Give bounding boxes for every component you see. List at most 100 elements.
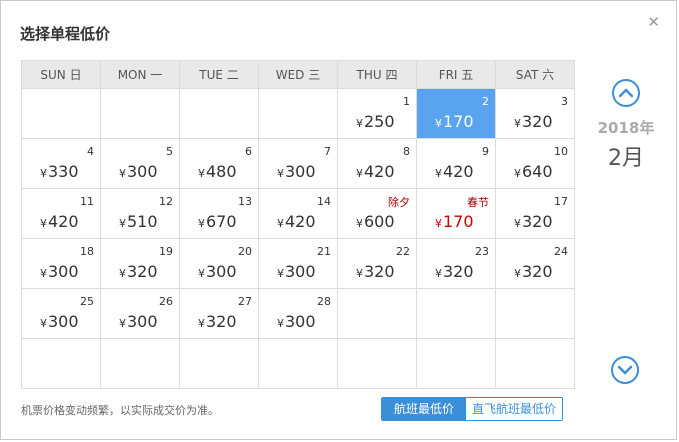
fare-price: ¥480 bbox=[198, 162, 237, 181]
weekday-header-row: SUN 日 MON 一 TUE 二 WED 三 THU 四 FRI 五 SAT 六 bbox=[21, 60, 575, 89]
weekday-header: TUE 二 bbox=[179, 60, 259, 89]
day-number: 24 bbox=[554, 245, 568, 258]
fare-amount: 300 bbox=[285, 312, 316, 331]
fare-price: ¥320 bbox=[514, 112, 553, 131]
currency-symbol: ¥ bbox=[40, 317, 47, 330]
currency-symbol: ¥ bbox=[514, 117, 521, 130]
calendar-day-cell[interactable]: 春节 ¥170 bbox=[416, 188, 496, 239]
weekday-header: MON 一 bbox=[100, 60, 180, 89]
currency-symbol: ¥ bbox=[435, 117, 442, 130]
empty-day-cell bbox=[495, 288, 575, 339]
dialog-title: 选择单程低价 bbox=[20, 25, 111, 43]
currency-symbol: ¥ bbox=[277, 317, 284, 330]
calendar-day-cell[interactable]: 7 ¥300 bbox=[258, 138, 338, 189]
day-number: 25 bbox=[80, 295, 94, 308]
calendar-day-cell[interactable]: 17 ¥320 bbox=[495, 188, 575, 239]
day-number: 22 bbox=[396, 245, 410, 258]
fare-amount: 300 bbox=[285, 162, 316, 181]
calendar-day-cell[interactable]: 1 ¥250 bbox=[337, 88, 417, 139]
calendar-day-cell[interactable]: 8 ¥420 bbox=[337, 138, 417, 189]
fare-amount: 320 bbox=[443, 262, 474, 281]
day-number: 5 bbox=[166, 145, 173, 158]
fare-amount: 320 bbox=[206, 312, 237, 331]
calendar-day-cell[interactable]: 9 ¥420 bbox=[416, 138, 496, 189]
fare-price: ¥600 bbox=[356, 212, 395, 231]
currency-symbol: ¥ bbox=[435, 267, 442, 280]
month-label: 2月 bbox=[608, 146, 644, 171]
fare-price: ¥170 bbox=[435, 212, 474, 231]
lowest-fare-tab[interactable]: 航班最低价 bbox=[382, 398, 467, 420]
calendar-day-cell[interactable]: 22 ¥320 bbox=[337, 238, 417, 289]
calendar-day-cell[interactable]: 19 ¥320 bbox=[100, 238, 180, 289]
calendar-day-cell[interactable]: 27 ¥320 bbox=[179, 288, 259, 339]
calendar-day-cell[interactable]: 21 ¥300 bbox=[258, 238, 338, 289]
calendar-day-cell[interactable]: 10 ¥640 bbox=[495, 138, 575, 189]
low-price-dialog: 选择单程低价 ✕ SUN 日 MON 一 TUE 二 WED 三 THU 四 FRI 五S… bbox=[0, 0, 677, 440]
currency-symbol: ¥ bbox=[40, 217, 47, 230]
fare-price: ¥300 bbox=[277, 312, 316, 331]
day-number: 4 bbox=[87, 145, 94, 158]
currency-symbol: ¥ bbox=[435, 167, 442, 180]
day-number: 3 bbox=[561, 95, 568, 108]
fare-price: ¥300 bbox=[277, 262, 316, 281]
day-number: 9 bbox=[482, 145, 489, 158]
fare-amount: 300 bbox=[48, 262, 79, 281]
calendar-day-cell[interactable]: 除夕 ¥600 bbox=[337, 188, 417, 239]
currency-symbol: ¥ bbox=[40, 167, 47, 180]
fare-amount: 320 bbox=[522, 212, 553, 231]
currency-symbol: ¥ bbox=[119, 267, 126, 280]
fare-amount: 420 bbox=[48, 212, 79, 231]
calendar-day-cell[interactable]: 23 ¥320 bbox=[416, 238, 496, 289]
day-number: 10 bbox=[554, 145, 568, 158]
empty-day-cell bbox=[337, 288, 417, 339]
fare-price: ¥300 bbox=[40, 262, 79, 281]
next-month-button[interactable] bbox=[611, 356, 639, 384]
direct-lowest-fare-tab[interactable]: 直飞航班最低价 bbox=[466, 398, 563, 420]
currency-symbol: ¥ bbox=[198, 317, 205, 330]
calendar-week-row: 11 ¥420 12 ¥510 13 ¥670 14 ¥420 除夕 ¥600 春节 ¥170 17 ¥3… bbox=[21, 188, 575, 239]
calendar-day-cell[interactable]: 20 ¥300 bbox=[179, 238, 259, 289]
fare-price: ¥420 bbox=[40, 212, 79, 231]
calendar-day-cell[interactable]: 14 ¥420 bbox=[258, 188, 338, 239]
calendar-day-cell[interactable]: 4 ¥330 bbox=[21, 138, 101, 189]
close-icon[interactable]: ✕ bbox=[647, 13, 660, 31]
weekday-header: FRI 五 bbox=[416, 60, 496, 89]
currency-symbol: ¥ bbox=[119, 317, 126, 330]
calendar-day-cell[interactable]: 6 ¥480 bbox=[179, 138, 259, 189]
calendar-day-cell[interactable]: 5 ¥300 bbox=[100, 138, 180, 189]
fare-amount: 420 bbox=[285, 212, 316, 231]
weekday-header: SAT 六 bbox=[495, 60, 575, 89]
calendar-day-cell[interactable]: 2 ¥170 bbox=[416, 88, 496, 139]
day-number: 2 bbox=[482, 95, 489, 108]
day-number: 23 bbox=[475, 245, 489, 258]
empty-day-cell bbox=[21, 338, 101, 389]
calendar-day-cell[interactable]: 28 ¥300 bbox=[258, 288, 338, 339]
currency-symbol: ¥ bbox=[40, 267, 47, 280]
empty-day-cell bbox=[337, 338, 417, 389]
calendar-day-cell[interactable]: 12 ¥510 bbox=[100, 188, 180, 239]
currency-symbol: ¥ bbox=[514, 167, 521, 180]
year-label: 2018年 bbox=[597, 119, 655, 137]
day-number: 17 bbox=[554, 195, 568, 208]
calendar-day-cell[interactable]: 24 ¥320 bbox=[495, 238, 575, 289]
empty-day-cell bbox=[258, 88, 338, 139]
fare-price: ¥420 bbox=[435, 162, 474, 181]
fare-price: ¥640 bbox=[514, 162, 553, 181]
prev-month-button[interactable] bbox=[612, 79, 640, 107]
price-disclaimer: 机票价格变动频繁，以实际成交价为准。 bbox=[21, 404, 219, 417]
calendar-day-cell[interactable]: 25 ¥300 bbox=[21, 288, 101, 339]
fare-amount: 480 bbox=[206, 162, 237, 181]
calendar-day-cell[interactable]: 26 ¥300 bbox=[100, 288, 180, 339]
calendar-day-cell[interactable]: 13 ¥670 bbox=[179, 188, 259, 239]
fare-type-toggle: 航班最低价 直飞航班最低价 bbox=[381, 397, 564, 421]
empty-day-cell bbox=[258, 338, 338, 389]
fare-amount: 670 bbox=[206, 212, 237, 231]
currency-symbol: ¥ bbox=[277, 167, 284, 180]
calendar-day-cell[interactable]: 18 ¥300 bbox=[21, 238, 101, 289]
calendar-day-cell[interactable]: 11 ¥420 bbox=[21, 188, 101, 239]
currency-symbol: ¥ bbox=[277, 217, 284, 230]
currency-symbol: ¥ bbox=[356, 117, 363, 130]
calendar-day-cell[interactable]: 3 ¥320 bbox=[495, 88, 575, 139]
fare-price: ¥300 bbox=[40, 312, 79, 331]
fare-amount: 300 bbox=[127, 312, 158, 331]
